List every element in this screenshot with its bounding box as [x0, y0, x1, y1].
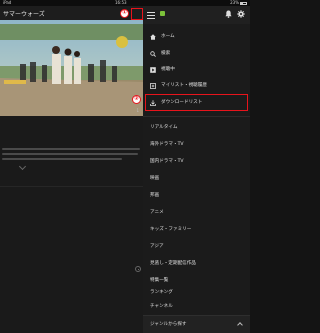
- description-line: [2, 158, 122, 160]
- hero-image[interactable]: 1: [0, 20, 143, 116]
- drawer-item-label: キッズ・ファミリー: [150, 227, 192, 232]
- navigation-drawer: ホーム 検索 視聴中 マイリスト・視聴履歴 ダウンロードリスト リアルタイム 海…: [143, 6, 250, 333]
- drawer-item-label: 見逃し・定期配信作品: [150, 261, 196, 266]
- description-line: [2, 153, 138, 155]
- drawer-item-category[interactable]: 映画: [143, 172, 250, 186]
- gear-icon[interactable]: [237, 10, 245, 18]
- drawer-item-label: マイリスト・視聴履歴: [161, 83, 207, 88]
- drawer-item-mylist[interactable]: マイリスト・視聴履歴: [143, 79, 250, 93]
- page-title: サマーウォーズ: [3, 11, 45, 18]
- drawer-item-category[interactable]: 邦画: [143, 189, 250, 203]
- content-area: サマーウォーズ 1: [0, 6, 143, 333]
- drawer-item-category[interactable]: アジア: [143, 240, 250, 254]
- annotation-box-menu: [131, 8, 143, 20]
- drawer-item-category[interactable]: キッズ・ファミリー: [143, 223, 250, 237]
- drawer-item-label: アニメ: [150, 210, 164, 215]
- menu-icon: [147, 15, 155, 17]
- bell-icon[interactable]: [225, 10, 232, 18]
- annotation-callout-1: ①: [120, 9, 129, 18]
- drawer-item-home[interactable]: ホーム: [143, 30, 250, 44]
- drawer-item-label: 邦画: [150, 193, 160, 198]
- drawer-item-category[interactable]: リアルタイム: [143, 121, 250, 135]
- drawer-item-label: 検索: [161, 51, 171, 56]
- divider: [0, 186, 143, 187]
- menu-icon: [147, 12, 155, 14]
- drawer-item-label: ランキング: [150, 290, 173, 295]
- annotation-box-download: [145, 94, 248, 111]
- drawer-item-category[interactable]: アニメ: [143, 206, 250, 220]
- drawer-item-label: ホーム: [161, 34, 175, 39]
- drawer-header: [143, 6, 250, 24]
- description-line: [2, 148, 140, 150]
- radio-icon[interactable]: [135, 266, 141, 272]
- battery-percent: 23%: [230, 0, 239, 5]
- search-icon: [150, 51, 156, 57]
- battery-icon: [240, 1, 247, 5]
- menu-button[interactable]: [145, 9, 157, 21]
- genre-browse-button[interactable]: ジャンルから探す: [143, 315, 250, 333]
- drawer-divider: [143, 116, 250, 117]
- play-icon: [150, 67, 156, 73]
- drawer-item-label: チャンネル: [150, 304, 173, 309]
- avatar[interactable]: [160, 11, 165, 16]
- drawer-item-label: アジア: [150, 244, 164, 249]
- chevron-up-icon: [237, 322, 243, 328]
- menu-icon: [147, 18, 155, 20]
- drawer-item-label: 視聴中: [161, 67, 175, 72]
- drawer-item-search[interactable]: 検索: [143, 47, 250, 61]
- drawer-item-watching[interactable]: 視聴中: [143, 63, 250, 77]
- genre-browse-label: ジャンルから探す: [150, 322, 187, 327]
- home-icon: [150, 34, 156, 40]
- mylist-icon: [150, 83, 156, 89]
- drawer-item-category[interactable]: 海外ドラマ・TV: [143, 138, 250, 152]
- drawer-item-category[interactable]: 見逃し・定期配信作品: [143, 257, 250, 271]
- drawer-item-category[interactable]: 国内ドラマ・TV: [143, 155, 250, 169]
- drawer-item-label: 海外ドラマ・TV: [150, 142, 184, 147]
- drawer-item-category[interactable]: ランキング: [143, 286, 250, 300]
- annotation-callout-2: ②: [132, 95, 141, 104]
- drawer-item-category[interactable]: チャンネル: [143, 300, 250, 314]
- hero-index: 1: [136, 108, 139, 113]
- drawer-item-label: 国内ドラマ・TV: [150, 159, 184, 164]
- hero-illustration: [0, 20, 143, 116]
- drawer-item-label: リアルタイム: [150, 125, 178, 130]
- drawer-item-label: 映画: [150, 176, 160, 181]
